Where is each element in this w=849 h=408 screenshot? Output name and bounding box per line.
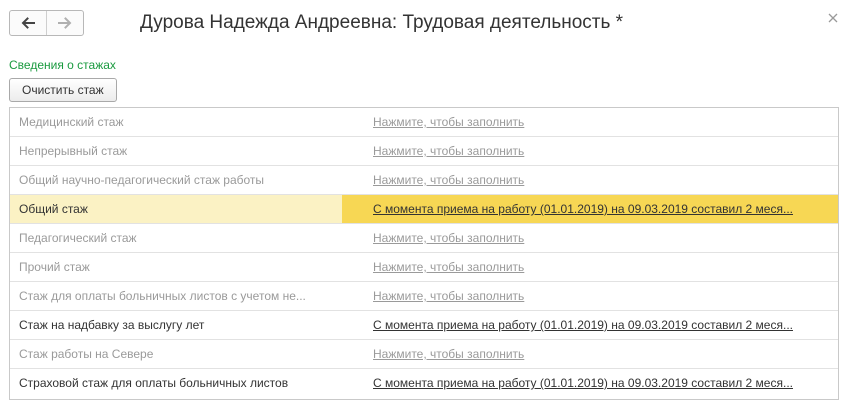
table-row[interactable]: Общий научно-педагогический стаж работы Н… (10, 166, 838, 195)
experience-value-link[interactable]: С момента приема на работу (01.01.2019) … (342, 195, 838, 223)
table-row[interactable]: Стаж для оплаты больничных листов с учет… (10, 282, 838, 311)
fill-link[interactable]: Нажмите, чтобы заполнить (342, 224, 838, 252)
experience-type-label: Общий научно-педагогический стаж работы (19, 173, 265, 187)
table-row[interactable]: Медицинский стаж Нажмите, чтобы заполнить (10, 108, 838, 137)
table-row[interactable]: Стаж на надбавку за выслугу лет С момента… (10, 311, 838, 340)
experience-type-label: Педагогический стаж (19, 231, 137, 245)
experience-type-label: Стаж работы на Севере (19, 347, 154, 361)
experience-table: Медицинский стаж Нажмите, чтобы заполнить… (9, 107, 839, 400)
arrow-left-icon (21, 17, 35, 29)
clear-experience-button[interactable]: Очистить стаж (9, 78, 117, 102)
table-row[interactable]: Прочий стаж Нажмите, чтобы заполнить (10, 253, 838, 282)
table-row[interactable]: Страховой стаж для оплаты больничных лис… (10, 369, 838, 398)
experience-type-label: Общий стаж (19, 202, 88, 216)
page-title: Дурова Надежда Андреевна: Трудовая деяте… (140, 12, 624, 33)
table-row[interactable]: Общий стаж С момента приема на работу (01… (10, 195, 838, 224)
experience-type-label: Непрерывный стаж (19, 144, 128, 158)
close-icon[interactable] (827, 12, 839, 24)
section-title: Сведения о стажах (9, 58, 116, 72)
fill-link[interactable]: Нажмите, чтобы заполнить (342, 108, 838, 136)
table-row[interactable]: Непрерывный стаж Нажмите, чтобы заполнить (10, 137, 838, 166)
fill-link[interactable]: Нажмите, чтобы заполнить (342, 166, 838, 194)
experience-value-link[interactable]: С момента приема на работу (01.01.2019) … (342, 311, 838, 339)
back-button[interactable] (10, 11, 46, 35)
experience-value-link[interactable]: С момента приема на работу (01.01.2019) … (342, 369, 838, 397)
experience-type-label: Стаж на надбавку за выслугу лет (19, 318, 205, 332)
navigation-buttons (9, 10, 84, 36)
experience-type-label: Прочий стаж (19, 260, 90, 274)
fill-link[interactable]: Нажмите, чтобы заполнить (342, 282, 838, 310)
experience-type-label: Медицинский стаж (19, 115, 124, 129)
table-row[interactable]: Педагогический стаж Нажмите, чтобы заполн… (10, 224, 838, 253)
table-row[interactable]: Стаж работы на Севере Нажмите, чтобы запо… (10, 340, 838, 369)
work-activity-window: Дурова Надежда Андреевна: Трудовая деяте… (0, 0, 849, 408)
fill-link[interactable]: Нажмите, чтобы заполнить (342, 137, 838, 165)
experience-type-label: Страховой стаж для оплаты больничных лис… (19, 376, 289, 390)
forward-button[interactable] (46, 11, 83, 35)
arrow-right-icon (58, 17, 72, 29)
experience-type-label: Стаж для оплаты больничных листов с учет… (19, 289, 306, 303)
fill-link[interactable]: Нажмите, чтобы заполнить (342, 340, 838, 368)
fill-link[interactable]: Нажмите, чтобы заполнить (342, 253, 838, 281)
